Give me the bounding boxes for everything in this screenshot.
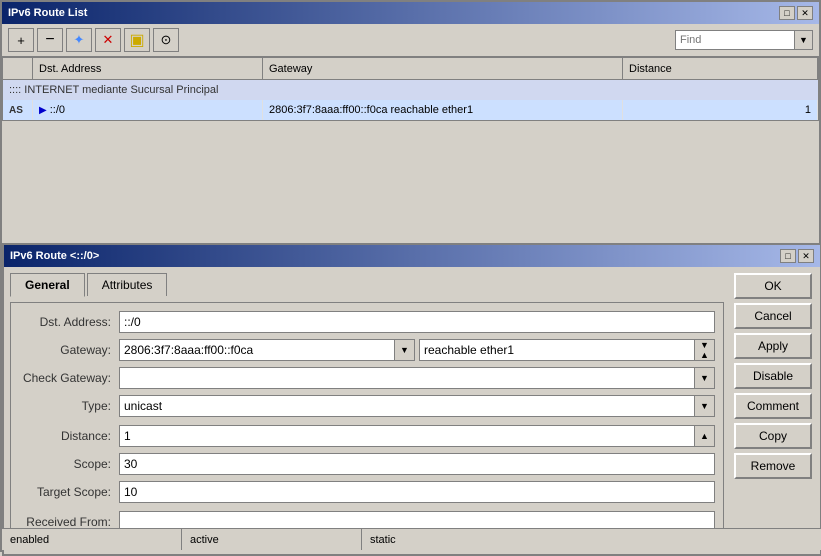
distance-row: Distance: ▲	[19, 425, 715, 447]
inner-close-button[interactable]: ✕	[798, 249, 814, 263]
check-gateway-input[interactable]	[119, 367, 695, 389]
target-scope-row: Target Scope:	[19, 481, 715, 503]
status-bar: enabled active static	[2, 528, 821, 550]
check-gateway-row: Check Gateway: ▼	[19, 367, 715, 389]
outer-title-buttons: □ ✕	[779, 6, 813, 20]
row-type: AS	[3, 100, 33, 120]
tab-bar: General Attributes	[10, 273, 724, 296]
distance-up-button[interactable]: ▲	[695, 425, 715, 447]
inner-title-bar: IPv6 Route <::/0> □ ✕	[4, 245, 820, 267]
col-header-dist: Distance	[623, 58, 818, 79]
outer-window: IPv6 Route List □ ✕ + − ✦ ✕ ▣ ⊙ ▼ Dst. A…	[0, 0, 821, 552]
tab-general[interactable]: General	[10, 273, 85, 297]
dialog-body: General Attributes Dst. Address:	[4, 267, 820, 554]
inner-window: IPv6 Route <::/0> □ ✕ General Att	[2, 243, 821, 556]
route-list: Dst. Address Gateway Distance :::: INTER…	[2, 57, 819, 121]
add-button[interactable]: +	[8, 28, 34, 52]
inner-minimize-button[interactable]: □	[780, 249, 796, 263]
type-input[interactable]	[119, 395, 695, 417]
gateway-input1-wrap: ▼	[119, 339, 415, 361]
scope-input[interactable]	[119, 453, 715, 475]
row-distance: 1	[623, 100, 818, 120]
comment-button[interactable]: Comment	[734, 393, 812, 419]
type-row: Type: ▼	[19, 395, 715, 417]
inner-window-title: IPv6 Route <::/0>	[10, 250, 99, 262]
dst-address-label: Dst. Address:	[19, 315, 119, 329]
remove-button[interactable]: −	[37, 28, 63, 52]
col-header-check	[3, 58, 33, 79]
scope-row: Scope:	[19, 453, 715, 475]
search-dropdown-button[interactable]: ▼	[795, 30, 813, 50]
col-header-gw: Gateway	[263, 58, 623, 79]
outer-title-bar: IPv6 Route List □ ✕	[2, 2, 819, 24]
delete-button[interactable]: ✕	[95, 28, 121, 52]
row-gateway: 2806:3f7:8aaa:ff00::f0ca reachable ether…	[263, 100, 623, 120]
copy-button[interactable]: ▣	[124, 28, 150, 52]
search-input[interactable]	[675, 30, 795, 50]
type-input-wrap: ▼	[119, 395, 715, 417]
gateway-label: Gateway:	[19, 343, 119, 357]
outer-close-button[interactable]: ✕	[797, 6, 813, 20]
target-scope-input[interactable]	[119, 481, 715, 503]
edit-button[interactable]: ✦	[66, 28, 92, 52]
row-dst-address: ::/0	[50, 104, 65, 116]
gateway-inputs: ▼ ▼▲	[119, 339, 715, 361]
target-scope-label: Target Scope:	[19, 485, 119, 499]
remove-button-dialog[interactable]: Remove	[734, 453, 812, 479]
inner-title-buttons: □ ✕	[780, 249, 814, 263]
type-label: Type:	[19, 399, 119, 413]
tab-content-general: Dst. Address: Gateway: ▼	[10, 302, 724, 548]
type-dropdown-button[interactable]: ▼	[695, 395, 715, 417]
toolbar: + − ✦ ✕ ▣ ⊙ ▼	[2, 24, 819, 57]
received-from-label: Received From:	[19, 515, 119, 529]
dst-address-row: Dst. Address:	[19, 311, 715, 333]
outer-window-title: IPv6 Route List	[8, 7, 87, 19]
tab-attributes[interactable]: Attributes	[87, 273, 168, 296]
dialog-left: General Attributes Dst. Address:	[4, 267, 730, 554]
gateway-input1[interactable]	[119, 339, 395, 361]
gateway-input2[interactable]	[419, 339, 695, 361]
dst-address-input[interactable]	[119, 311, 715, 333]
row-dst: ▶ ::/0	[33, 100, 263, 120]
gateway-input2-wrap: ▼▲	[419, 339, 715, 361]
distance-label: Distance:	[19, 429, 119, 443]
row-status-icon: ▶	[39, 105, 47, 116]
status-cell-active: active	[182, 529, 362, 550]
status-cell-static: static	[362, 529, 821, 550]
gateway-dropdown-button[interactable]: ▼	[395, 339, 415, 361]
outer-minimize-button[interactable]: □	[779, 6, 795, 20]
search-box: ▼	[675, 30, 813, 50]
dialog-right: OK Cancel Apply Disable Comment Copy Rem…	[730, 267, 820, 554]
table-header: Dst. Address Gateway Distance	[3, 58, 818, 80]
gateway2-dropdown-button[interactable]: ▼▲	[695, 339, 715, 361]
cancel-button[interactable]: Cancel	[734, 303, 812, 329]
ok-button[interactable]: OK	[734, 273, 812, 299]
col-header-dst: Dst. Address	[33, 58, 263, 79]
dialog-container: IPv6 Route <::/0> □ ✕ General Att	[2, 121, 819, 550]
group-label: :::: INTERNET mediante Sucursal Principa…	[9, 84, 218, 96]
table-group-row: :::: INTERNET mediante Sucursal Principa…	[3, 80, 818, 100]
check-gateway-label: Check Gateway:	[19, 371, 119, 385]
scope-label: Scope:	[19, 457, 119, 471]
check-gateway-input-wrap: ▼	[119, 367, 715, 389]
copy-button-dialog[interactable]: Copy	[734, 423, 812, 449]
distance-input[interactable]	[119, 425, 695, 447]
check-gateway-dropdown-button[interactable]: ▼	[695, 367, 715, 389]
distance-input-wrap: ▲	[119, 425, 715, 447]
status-cell-enabled: enabled	[2, 529, 182, 550]
disable-button[interactable]: Disable	[734, 363, 812, 389]
row-type-badge: AS	[9, 105, 26, 116]
table-row[interactable]: AS ▶ ::/0 2806:3f7:8aaa:ff00::f0ca reach…	[3, 100, 818, 120]
apply-button[interactable]: Apply	[734, 333, 812, 359]
gateway-row: Gateway: ▼ ▼▲	[19, 339, 715, 361]
filter-button[interactable]: ⊙	[153, 28, 179, 52]
